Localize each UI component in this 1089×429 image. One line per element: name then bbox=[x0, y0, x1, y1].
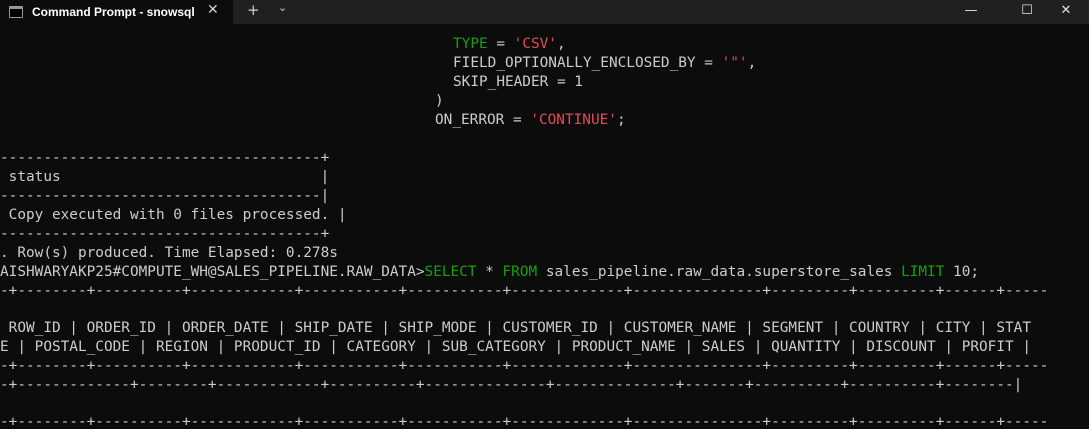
sql-string: 'CONTINUE' bbox=[530, 112, 617, 128]
result-header-line-1: ROW_ID | ORDER_ID | ORDER_DATE | SHIP_DA… bbox=[0, 320, 1032, 336]
close-window-button[interactable]: ✕ bbox=[1043, 0, 1089, 24]
minimize-button[interactable]: — bbox=[948, 0, 994, 24]
status-border-top: -------------------------------------+ bbox=[0, 150, 330, 166]
sql-line-on-error: ON_ERROR = 'CONTINUE'; bbox=[435, 111, 626, 130]
sql-text: ; bbox=[616, 112, 626, 128]
sql-keyword: SELECT bbox=[424, 264, 477, 280]
new-tab-button[interactable]: + bbox=[247, 1, 260, 19]
sql-line-field-enclosed: FIELD_OPTIONALLY_ENCLOSED_BY = '"', bbox=[453, 54, 756, 73]
status-separator: -------------------------------------| bbox=[0, 188, 330, 204]
sql-text: , bbox=[747, 55, 757, 71]
rows-produced-message: . Row(s) produced. Time Elapsed: 0.278s bbox=[0, 245, 338, 261]
sql-text: * bbox=[476, 264, 503, 280]
sql-text: 10; bbox=[944, 264, 980, 280]
title-bar: Command Prompt - snowsql ✕ + ⌄ — ☐ ✕ bbox=[0, 0, 1089, 24]
sql-line-close-paren: ) bbox=[435, 93, 444, 109]
tab-title: Command Prompt - snowsql bbox=[32, 5, 195, 19]
sql-string: 'CSV' bbox=[513, 36, 557, 52]
result-border-mid: -+--------+----------+------------+-----… bbox=[0, 358, 1049, 374]
sql-keyword: LIMIT bbox=[901, 264, 945, 280]
sql-string: '"' bbox=[721, 55, 748, 71]
terminal-icon bbox=[9, 6, 23, 18]
sql-line-type: TYPE = 'CSV', bbox=[453, 35, 566, 54]
status-row: Copy executed with 0 files processed. | bbox=[0, 207, 347, 223]
sql-text: , bbox=[556, 36, 566, 52]
sql-keyword: FROM bbox=[502, 264, 538, 280]
sql-keyword: TYPE bbox=[453, 36, 488, 52]
close-tab-icon[interactable]: ✕ bbox=[207, 2, 219, 18]
sql-text: = bbox=[695, 55, 722, 71]
command-line: AISHWARYAKP25#COMPUTE_WH@SALES_PIPELINE.… bbox=[0, 263, 979, 282]
tab-command-prompt[interactable]: Command Prompt - snowsql ✕ bbox=[0, 0, 233, 24]
prompt: AISHWARYAKP25#COMPUTE_WH@SALES_PIPELINE.… bbox=[0, 264, 425, 280]
result-border-2: -+-------------+--------+------------+--… bbox=[0, 377, 1023, 393]
result-border-bottom: -+--------+----------+------------+-----… bbox=[0, 414, 1049, 429]
terminal-output[interactable]: TYPE = 'CSV', FIELD_OPTIONALLY_ENCLOSED_… bbox=[0, 24, 1089, 429]
sql-line-skip-header: SKIP_HEADER = 1 bbox=[453, 74, 583, 90]
sql-text: FIELD_OPTIONALLY_ENCLOSED_BY bbox=[453, 55, 696, 71]
result-border-top: -+--------+----------+------------+-----… bbox=[0, 283, 1049, 299]
result-header-line-2: E | POSTAL_CODE | REGION | PRODUCT_ID | … bbox=[0, 339, 1032, 355]
chevron-down-icon[interactable]: ⌄ bbox=[278, 1, 287, 14]
status-header: status | bbox=[0, 169, 330, 185]
sql-text: = bbox=[487, 36, 514, 52]
status-border-bottom: -------------------------------------+ bbox=[0, 226, 330, 242]
sql-text: ON_ERROR = bbox=[435, 112, 531, 128]
sql-text: sales_pipeline.raw_data.superstore_sales bbox=[537, 264, 902, 280]
